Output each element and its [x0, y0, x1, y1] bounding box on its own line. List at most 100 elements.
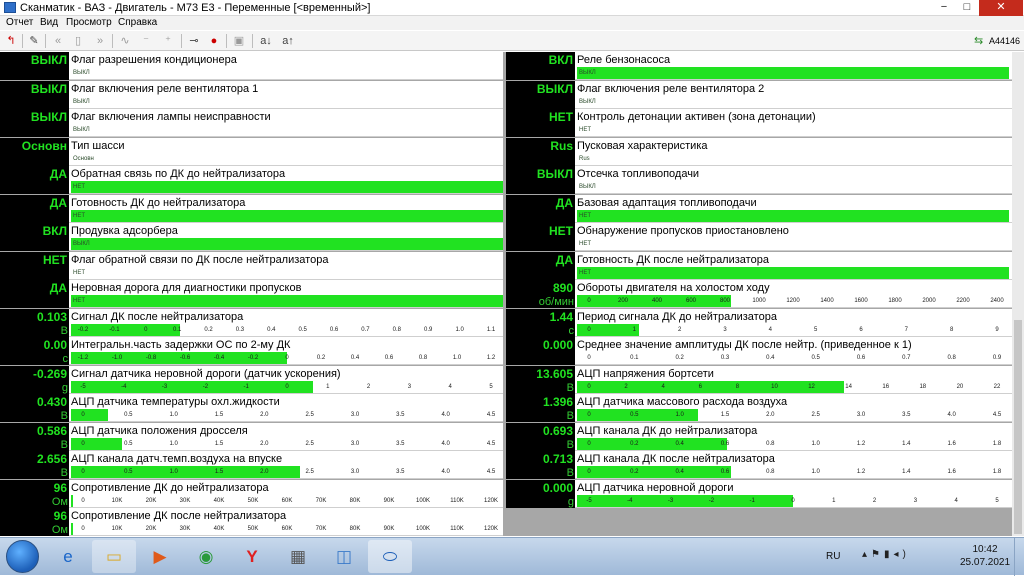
system-clock[interactable]: 10:42 25.07.2021: [960, 543, 1010, 569]
scale-tick-label: 4: [661, 383, 665, 390]
parameter-row[interactable]: 0.430 В АЦП датчика температуры охл.жидкос…: [0, 394, 503, 422]
scale-tick-label: 20: [956, 383, 964, 390]
parameter-row[interactable]: 0.00 с Интегральн.часть задержки ОС по 2-м…: [0, 337, 503, 365]
archive-icon[interactable]: ▦: [276, 540, 320, 573]
parameter-row[interactable]: 96 Ом Сопротивление ДК до нейтрализатора 0 1…: [0, 479, 503, 508]
menu-view[interactable]: Вид: [40, 16, 58, 30]
parameter-row[interactable]: ВЫКЛ Отсечка топливоподачи ВЫКЛ: [506, 166, 1012, 194]
ms-decrease-icon[interactable]: ⁻: [138, 33, 154, 49]
parameter-unit: В: [566, 438, 574, 451]
tray-icons[interactable]: ▴⚑▮◂): [862, 549, 910, 560]
close-button[interactable]: ✕: [979, 0, 1023, 16]
parameter-row[interactable]: ВЫКЛ Флаг включения лампы неисправности ВЫ…: [0, 109, 503, 137]
parameter-row[interactable]: ДА Готовность ДК после нейтрализатора НЕТ: [506, 251, 1012, 280]
scale-tick-label: 50K: [247, 526, 259, 532]
parameter-row[interactable]: 0.000 g АЦП датчика неровной дороги -5 -4 -3-…: [506, 479, 1012, 508]
scale-ticks: 0 0.2 0.4 0.6 0.8 1.0 1.2 1.4 1.6 1.8: [577, 467, 1009, 477]
scale-tick-label: 0.8: [947, 355, 956, 361]
parameter-row[interactable]: 890 об/мин Обороты двигателя на холостом х…: [506, 280, 1012, 308]
scale-tick-label: 2000: [922, 298, 936, 304]
parameter-row[interactable]: НЕТ Флаг обратной связи по ДК после нейтр…: [0, 251, 503, 280]
save-icon[interactable]: ▣: [231, 33, 247, 49]
menu-help[interactable]: Справка: [118, 16, 157, 30]
parameter-row[interactable]: 1.44 с Период сигнала ДК до нейтрализатора…: [506, 308, 1012, 337]
chrome-icon[interactable]: ◉: [184, 540, 228, 573]
language-indicator[interactable]: RU: [826, 551, 840, 562]
start-button[interactable]: [6, 540, 39, 573]
value-bar: [577, 67, 1009, 79]
scale-tick-label: 1: [632, 326, 636, 333]
maximize-button[interactable]: □: [955, 0, 979, 16]
edit-icon[interactable]: ✎: [26, 33, 42, 49]
scale-tick-label: 40K: [213, 497, 225, 504]
internet-explorer-icon[interactable]: e: [46, 540, 90, 573]
scale-tick-label: 1.4: [902, 440, 911, 447]
parameter-row[interactable]: 0.586 В АЦП датчика положения дросселя 0 0.5…: [0, 422, 503, 451]
parameter-label: Сопротивление ДК после нейтрализатора: [71, 510, 287, 522]
connect-icon[interactable]: ⊸: [186, 33, 202, 49]
parameter-row[interactable]: 96 Ом Сопротивление ДК после нейтрализатор…: [0, 508, 503, 536]
yandex-browser-icon[interactable]: Y: [230, 540, 274, 573]
parameter-row[interactable]: Основн Тип шасси Основн: [0, 137, 503, 166]
scale-tick-label: 1.0: [811, 440, 820, 447]
document-icon[interactable]: ◫: [322, 540, 366, 573]
show-desktop-button[interactable]: [1014, 538, 1024, 576]
scale-ticks: -5 -4 -3 -2 -1 0 1 2 3 4 5: [71, 382, 503, 392]
scale-tick-label: 1.0: [169, 440, 178, 447]
parameter-row[interactable]: ДА Базовая адаптация топливоподачи НЕТ: [506, 194, 1012, 223]
parameter-row[interactable]: ДА Неровная дорога для диагностики пропус…: [0, 280, 503, 308]
pause-icon[interactable]: ▯: [70, 33, 86, 49]
parameter-row[interactable]: Rus Пусковая характеристика Rus: [506, 137, 1012, 166]
parameter-label: Среднее значение амплитуды ДК после нейт…: [577, 339, 912, 351]
parameter-row[interactable]: ВКЛ Продувка адсорбера ВЫКЛ: [0, 223, 503, 251]
parameter-row[interactable]: 1.396 В АЦП датчика массового расхода возд…: [506, 394, 1012, 422]
scale-tick-label: 120K: [483, 526, 499, 532]
scale-tick-label: 2.0: [766, 412, 775, 418]
scale-tick-label: 90K: [383, 497, 395, 504]
parameter-value: Основн: [21, 138, 67, 153]
parameter-row[interactable]: 0.103 В Сигнал ДК после нейтрализатора -0.2…: [0, 308, 503, 337]
parameter-row[interactable]: НЕТ Обнаружение пропусков приостановлено Н…: [506, 223, 1012, 251]
parameter-row[interactable]: 13.605 В АЦП напряжения бортсети 0 2 4 6 8 10 12 1…: [506, 365, 1012, 394]
media-player-icon[interactable]: ▶: [138, 540, 182, 573]
forward-icon[interactable]: »: [92, 33, 108, 49]
ms-increase-icon[interactable]: ⁺: [160, 33, 176, 49]
font-increase-icon[interactable]: a↑: [280, 33, 296, 49]
menu-report[interactable]: Отчет: [6, 16, 33, 30]
parameter-row[interactable]: ДА Обратная связь по ДК до нейтрализатора…: [0, 166, 503, 194]
parameter-row[interactable]: 0.693 В АЦП канала ДК до нейтрализатора 0 0.…: [506, 422, 1012, 451]
rewind-icon[interactable]: «: [50, 33, 66, 49]
parameter-state: ВЫКЛ: [73, 98, 90, 105]
parameter-value: 890: [552, 281, 573, 295]
font-decrease-icon[interactable]: a↓: [258, 33, 274, 49]
scale-tick-label: 0.8: [766, 440, 775, 447]
wave-icon[interactable]: ∿: [117, 33, 133, 49]
scale-tick-label: 4.0: [947, 412, 956, 418]
parameter-row[interactable]: 0.000 Среднее значение амплитуды ДК после…: [506, 337, 1012, 365]
parameter-row[interactable]: ВЫКЛ Флаг разрешения кондиционера ВЫКЛ: [0, 52, 503, 80]
scale-tick-label: 2: [624, 383, 628, 390]
parameter-row[interactable]: 0.713 В АЦП канала ДК после нейтрализатора…: [506, 451, 1012, 479]
minimize-button[interactable]: −: [933, 0, 955, 16]
parameter-row[interactable]: -0.269 g Сигнал датчика неровной дороги (д…: [0, 365, 503, 394]
parameter-row[interactable]: 2.656 В АЦП канала датч.темп.воздуха на вп…: [0, 451, 503, 479]
value-box: Rus: [506, 137, 575, 166]
parameter-row[interactable]: ДА Готовность ДК до нейтрализатора НЕТ: [0, 194, 503, 223]
scale-tick-label: 1.0: [169, 412, 178, 418]
parameter-row[interactable]: НЕТ Контроль детонации активен (зона дето…: [506, 109, 1012, 137]
scale-tick-label: 4: [448, 383, 452, 390]
value-box: ДА: [506, 251, 575, 280]
scrollbar-thumb[interactable]: [1014, 320, 1022, 534]
menu-browse[interactable]: Просмотр: [66, 16, 112, 30]
record-icon[interactable]: ●: [206, 33, 222, 49]
back-arrow-icon[interactable]: ↰: [3, 33, 19, 49]
toolbar-separator: [22, 34, 23, 48]
parameter-row[interactable]: ВКЛ Реле бензонасоса ВЫКЛ: [506, 52, 1012, 80]
scanmatic-icon[interactable]: ⬭: [368, 540, 412, 573]
explorer-folder-icon[interactable]: ▭: [92, 540, 136, 573]
parameter-row[interactable]: ВЫКЛ Флаг включения реле вентилятора 1 ВЫК…: [0, 80, 503, 109]
parameter-value: ВЫКЛ: [536, 167, 573, 181]
scale-tick-label: 4.0: [441, 440, 450, 447]
parameter-row[interactable]: ВЫКЛ Флаг включения реле вентилятора 2 ВЫК…: [506, 80, 1012, 109]
parameter-value: 0.000: [542, 480, 573, 495]
